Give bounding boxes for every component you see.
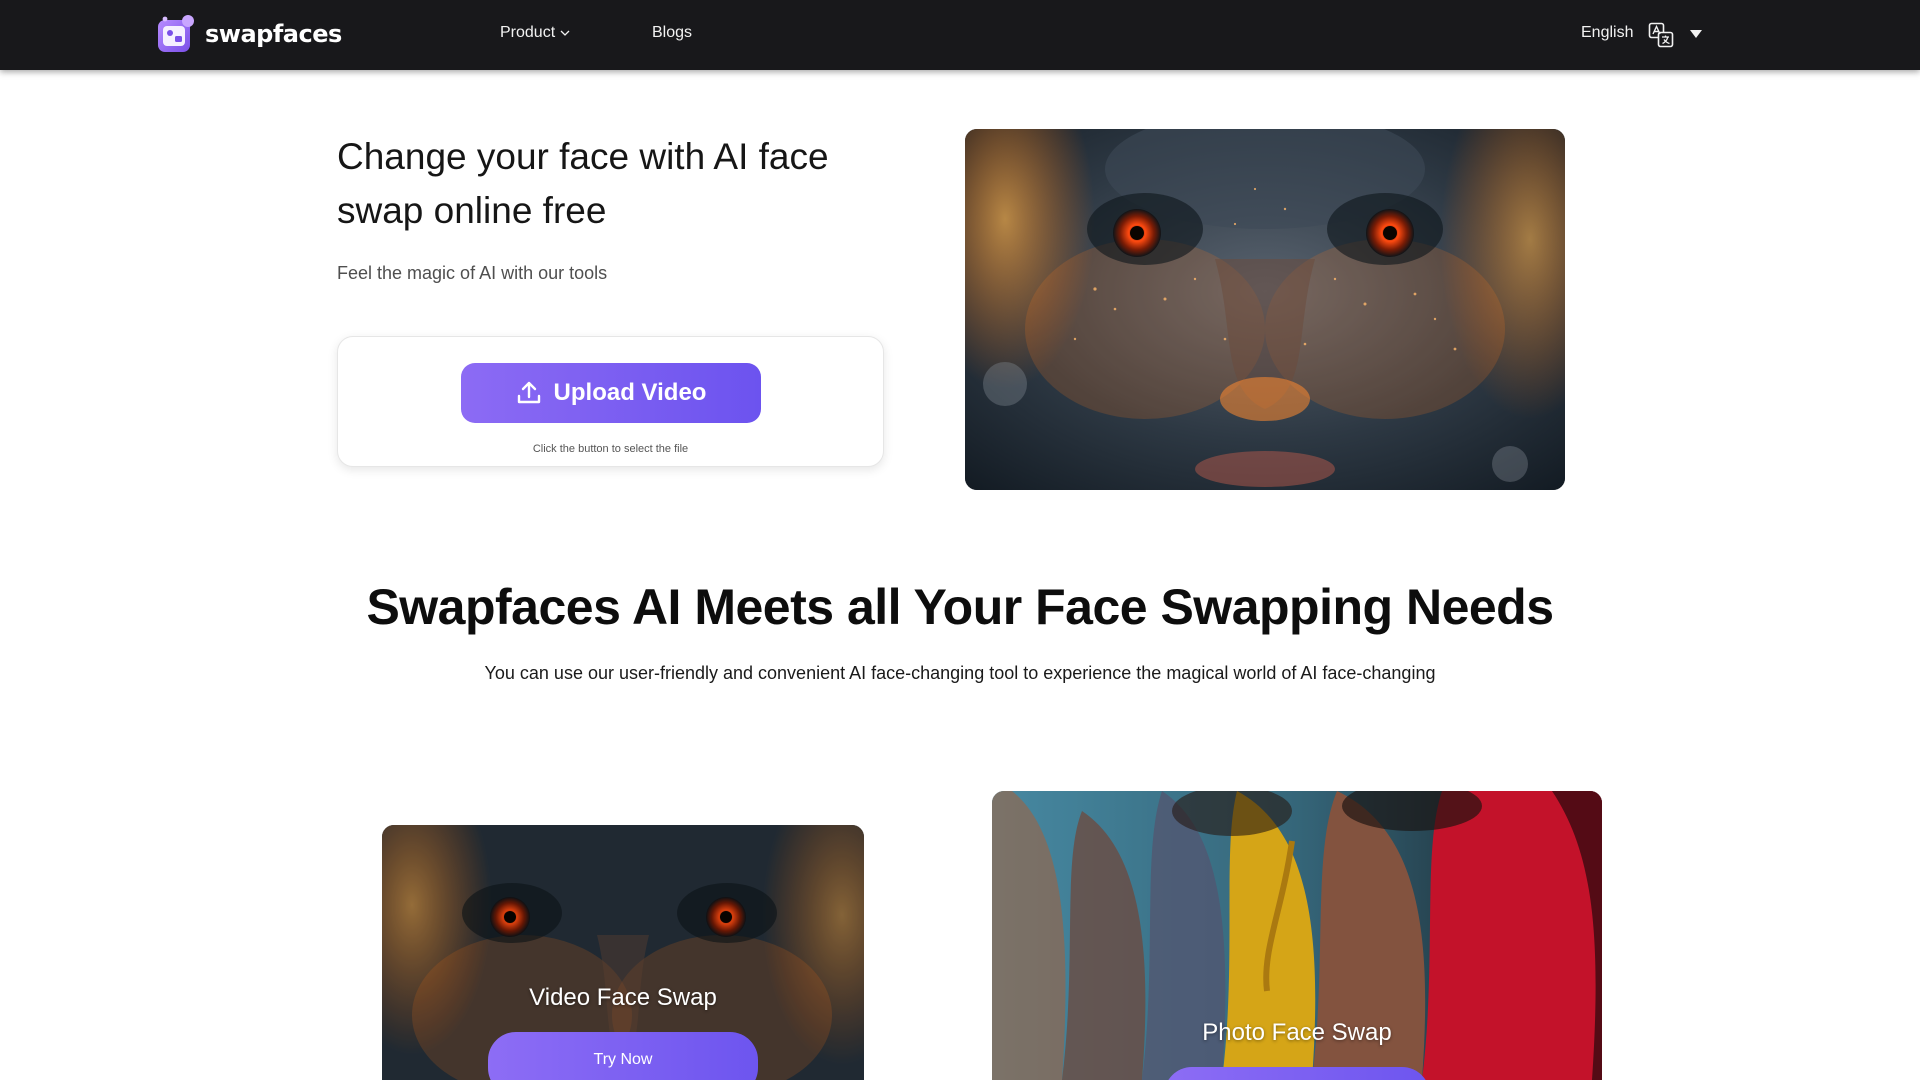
section-title: Swapfaces AI Meets all Your Face Swappin… xyxy=(366,579,1554,635)
photo-try-button[interactable] xyxy=(1164,1067,1430,1080)
video-face-swap-label: Video Face Swap xyxy=(529,984,717,1011)
upload-panel: Upload Video Click the button to select … xyxy=(337,336,884,467)
upload-hint: Click the button to select the file xyxy=(532,443,689,455)
glowing-face-portrait xyxy=(965,129,1565,490)
photo-face-swap-label: Photo Face Swap xyxy=(1202,1019,1392,1046)
video-face-swap-card[interactable]: Video Face Swap Try Now xyxy=(382,825,864,1080)
section-subtitle: You can use our user-friendly and conven… xyxy=(484,663,1436,683)
nav-product-menu[interactable]: Product xyxy=(500,24,570,42)
nav-blogs-link[interactable]: Blogs xyxy=(652,24,692,42)
chevron-down-icon xyxy=(560,30,570,36)
swapfaces-logo-icon xyxy=(158,15,194,52)
try-now-button[interactable]: Try Now xyxy=(488,1032,758,1080)
top-navbar: swapfaces Product Blogs English xyxy=(0,0,1920,70)
upload-video-label: Upload Video xyxy=(553,379,707,406)
brand-logo[interactable]: swapfaces xyxy=(157,14,342,54)
language-selector-label[interactable]: English xyxy=(1581,24,1633,42)
nav-product-label: Product xyxy=(500,24,556,41)
hero-title: Change your face with AI face swap onlin… xyxy=(337,136,829,231)
brand-name: swapfaces xyxy=(205,20,342,48)
upload-icon xyxy=(517,381,540,404)
caret-down-icon[interactable] xyxy=(1689,29,1703,39)
photo-face-swap-card[interactable]: Photo Face Swap xyxy=(992,791,1602,1080)
translate-icon[interactable] xyxy=(1648,22,1674,48)
hero-image xyxy=(965,129,1565,490)
upload-video-button[interactable]: Upload Video xyxy=(461,363,761,423)
hero-subtitle: Feel the magic of AI with our tools xyxy=(337,263,608,283)
